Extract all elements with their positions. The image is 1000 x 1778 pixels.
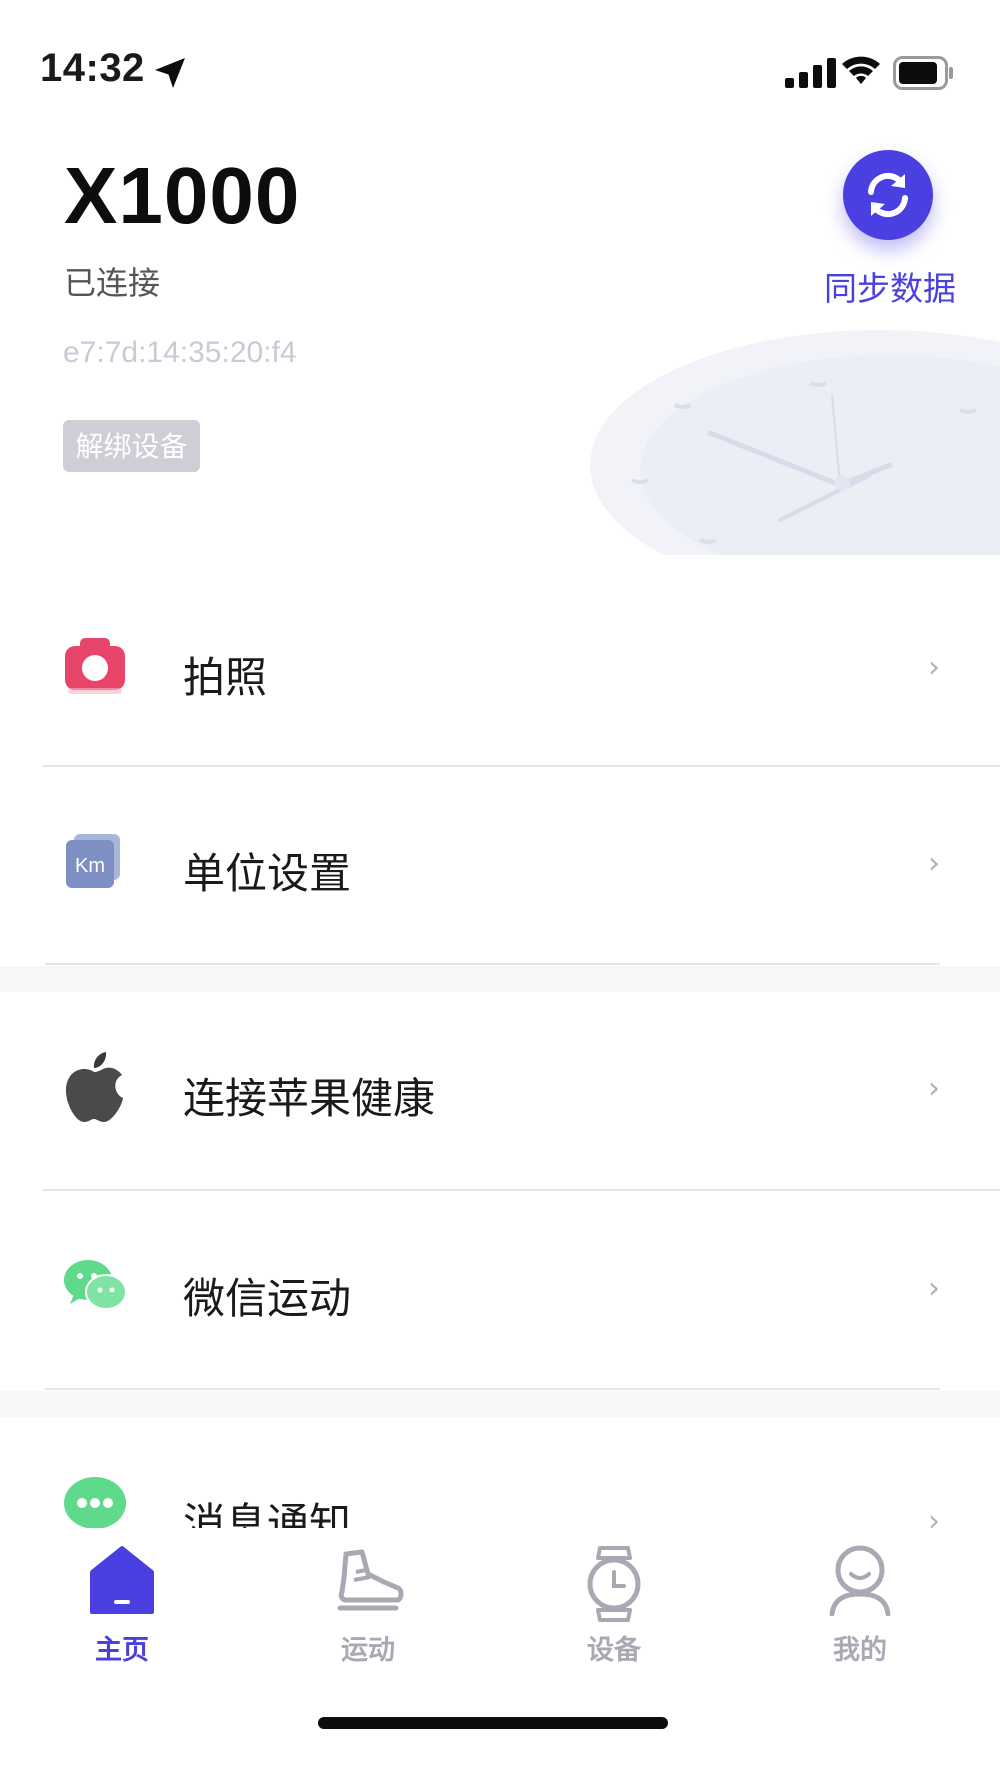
tab-label-device: 设备	[587, 1635, 641, 1666]
tab-bar: 主页 运动 设备 我的	[0, 1528, 1000, 1778]
profile-icon	[829, 1545, 891, 1616]
cellular-signal-icon	[785, 58, 836, 88]
battery-icon	[893, 56, 953, 90]
message-icon	[64, 1477, 126, 1528]
menu-label-apple-health: 连接苹果健康	[183, 1074, 436, 1123]
section-gap	[0, 966, 1000, 992]
sync-button[interactable]	[843, 150, 933, 240]
watch-illustration	[590, 330, 1000, 555]
km-unit-icon: Km	[66, 834, 120, 888]
divider	[43, 765, 1000, 767]
menu-label-camera: 拍照	[183, 653, 268, 702]
home-indicator	[318, 1717, 668, 1729]
home-icon	[90, 1546, 154, 1614]
mac-address: e7:7d:14:35:20:f4	[63, 336, 297, 369]
tab-label-sport: 运动	[341, 1635, 395, 1666]
menu-item-apple-health[interactable]: 连接苹果健康 ›	[0, 1000, 1000, 1185]
sync-data-label[interactable]: 同步数据	[824, 262, 956, 310]
sneaker-icon	[337, 1549, 404, 1611]
location-arrow-icon	[155, 58, 185, 88]
chevron-right-icon: ›	[928, 1271, 940, 1306]
divider	[45, 963, 940, 965]
tab-home[interactable]: 主页	[22, 1528, 222, 1668]
menu-item-unit-settings[interactable]: Km 单位设置 ›	[0, 790, 1000, 960]
menu-item-camera[interactable]: 拍照 ›	[0, 610, 1000, 765]
menu-label-wechat-sport: 微信运动	[183, 1274, 352, 1323]
tab-profile[interactable]: 我的	[760, 1528, 960, 1668]
section-gap	[0, 1391, 1000, 1417]
unbind-device-button[interactable]: 解绑设备	[63, 420, 200, 472]
connection-status: 已连接	[64, 264, 161, 302]
watch-icon	[587, 1546, 641, 1622]
chevron-right-icon: ›	[928, 1504, 940, 1528]
chevron-right-icon: ›	[928, 650, 940, 685]
device-name: X1000	[64, 151, 301, 240]
divider	[43, 1189, 1000, 1191]
tab-sport[interactable]: 运动	[268, 1528, 468, 1668]
apple-icon	[65, 1052, 123, 1122]
chevron-right-icon: ›	[928, 846, 940, 881]
refresh-icon	[868, 172, 908, 218]
menu-label-message-notification: 消息通知	[183, 1499, 352, 1528]
wifi-icon	[842, 56, 880, 84]
tab-device[interactable]: 设备	[514, 1528, 714, 1668]
camera-icon	[65, 638, 125, 694]
menu-item-wechat-sport[interactable]: 微信运动 ›	[0, 1200, 1000, 1385]
menu-label-unit-settings: 单位设置	[183, 849, 352, 898]
tab-label-home: 主页	[95, 1635, 149, 1666]
wechat-icon	[64, 1260, 127, 1310]
divider	[45, 1388, 940, 1390]
km-icon-text: Km	[75, 855, 105, 877]
menu-item-message-notification[interactable]: 消息通知 ›	[0, 1420, 1000, 1528]
chevron-right-icon: ›	[928, 1071, 940, 1106]
status-bar: 14:32	[0, 0, 1000, 140]
tab-label-profile: 我的	[833, 1635, 887, 1666]
status-time: 14:32	[40, 46, 145, 90]
